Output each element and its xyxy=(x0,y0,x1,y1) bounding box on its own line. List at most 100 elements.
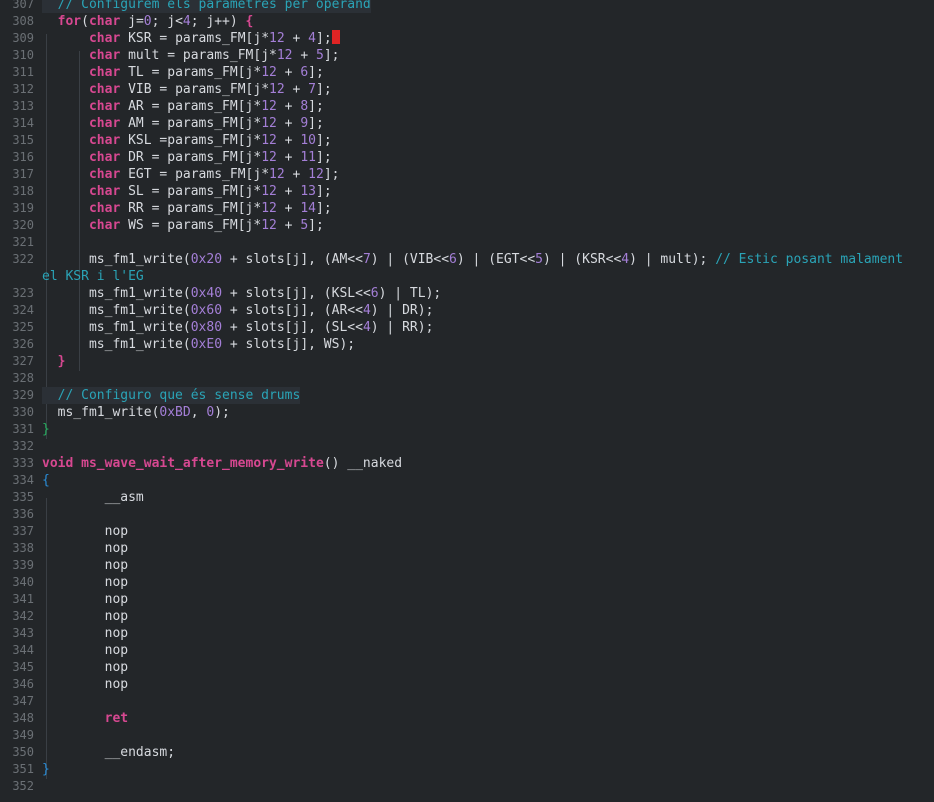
code-line[interactable]: 322 ms_fm1_write(0x20 + slots[j], (AM<<7… xyxy=(0,251,934,268)
code-text: ms_fm1_write(0xBD, 0); xyxy=(57,405,230,420)
code-text: void ms_wave_wait_after_memory_write() _… xyxy=(42,456,403,471)
line-number: 337 xyxy=(12,524,34,538)
code-line[interactable]: 319 char RR = params_FM[j*12 + 14]; xyxy=(0,200,934,217)
line-number: 324 xyxy=(12,303,34,317)
code-text: nop xyxy=(104,524,129,539)
line-number: 321 xyxy=(12,235,34,249)
code-line[interactable]: 352 xyxy=(0,778,934,795)
code-text: nop xyxy=(104,541,129,556)
code-text: nop xyxy=(104,677,129,692)
code-line[interactable]: el KSR i l'EG xyxy=(0,268,934,285)
line-number: 344 xyxy=(12,643,34,657)
line-number: 333 xyxy=(12,456,34,470)
code-line[interactable]: 344 nop xyxy=(0,642,934,659)
line-number: 313 xyxy=(12,99,34,113)
code-line[interactable]: 315 char KSL =params_FM[j*12 + 10]; xyxy=(0,132,934,149)
code-line[interactable]: 350 __endasm; xyxy=(0,744,934,761)
code-text: ms_fm1_write(0x20 + slots[j], (AM<<7) | … xyxy=(88,252,904,267)
line-number: 350 xyxy=(12,745,34,759)
code-line[interactable]: 339 nop xyxy=(0,557,934,574)
code-line[interactable]: 312 char VIB = params_FM[j*12 + 7]; xyxy=(0,81,934,98)
line-number: 334 xyxy=(12,473,34,487)
code-line[interactable]: 351} xyxy=(0,761,934,778)
code-line[interactable]: 345 nop xyxy=(0,659,934,676)
line-number: 349 xyxy=(12,728,34,742)
code-line[interactable]: 326 ms_fm1_write(0xE0 + slots[j], WS); xyxy=(0,336,934,353)
code-text: nop xyxy=(104,609,129,624)
code-line[interactable]: 317 char EGT = params_FM[j*12 + 12]; xyxy=(0,166,934,183)
line-number: 338 xyxy=(12,541,34,555)
code-text: char VIB = params_FM[j*12 + 7]; xyxy=(88,82,332,97)
code-text: ms_fm1_write(0x40 + slots[j], (KSL<<6) |… xyxy=(88,286,442,301)
code-line[interactable]: 348 ret xyxy=(0,710,934,727)
line-number: 346 xyxy=(12,677,34,691)
line-number: 343 xyxy=(12,626,34,640)
code-line[interactable]: 335 __asm xyxy=(0,489,934,506)
line-number: 307 xyxy=(12,0,34,11)
code-line[interactable]: 340 nop xyxy=(0,574,934,591)
code-line[interactable]: 314 char AM = params_FM[j*12 + 9]; xyxy=(0,115,934,132)
line-number: 317 xyxy=(12,167,34,181)
code-text: __endasm; xyxy=(104,745,176,760)
code-line[interactable]: 318 char SL = params_FM[j*12 + 13]; xyxy=(0,183,934,200)
code-text: nop xyxy=(104,558,129,573)
code-text: char SL = params_FM[j*12 + 13]; xyxy=(88,184,332,199)
code-line[interactable]: 332 xyxy=(0,438,934,455)
line-number: 351 xyxy=(12,762,34,776)
code-line[interactable]: 347 xyxy=(0,693,934,710)
code-line[interactable]: 316 char DR = params_FM[j*12 + 11]; xyxy=(0,149,934,166)
code-line[interactable]: 342 nop xyxy=(0,608,934,625)
code-text: for(char j=0; j<4; j++) { xyxy=(57,14,254,29)
code-text: char EGT = params_FM[j*12 + 12]; xyxy=(88,167,340,182)
code-text: ms_fm1_write(0x60 + slots[j], (AR<<4) | … xyxy=(88,303,434,318)
code-line[interactable]: 309 char KSR = params_FM[j*12 + 4]; xyxy=(0,30,934,47)
line-number: 309 xyxy=(12,31,34,45)
code-line[interactable]: 321 xyxy=(0,234,934,251)
line-number: 327 xyxy=(12,354,34,368)
line-number: 330 xyxy=(12,405,34,419)
code-text: nop xyxy=(104,660,129,675)
code-text: char KSR = params_FM[j*12 + 4]; xyxy=(42,30,340,47)
code-text: } xyxy=(42,422,50,437)
code-line[interactable]: 310 char mult = params_FM[j*12 + 5]; xyxy=(0,47,934,64)
code-line[interactable]: 313 char AR = params_FM[j*12 + 8]; xyxy=(0,98,934,115)
code-line[interactable]: 343 nop xyxy=(0,625,934,642)
code-line[interactable]: 331} xyxy=(0,421,934,438)
code-line[interactable]: 338 nop xyxy=(0,540,934,557)
code-line[interactable]: 337 nop xyxy=(0,523,934,540)
code-line[interactable]: 329 // Configuro que és sense drums xyxy=(0,387,934,404)
code-line[interactable]: 308 for(char j=0; j<4; j++) { xyxy=(0,13,934,30)
line-number: 340 xyxy=(12,575,34,589)
line-number: 348 xyxy=(12,711,34,725)
code-line[interactable]: 341 nop xyxy=(0,591,934,608)
line-number: 311 xyxy=(12,65,34,79)
code-text: char TL = params_FM[j*12 + 6]; xyxy=(88,65,324,80)
line-number: 315 xyxy=(12,133,34,147)
code-line[interactable]: 330 ms_fm1_write(0xBD, 0); xyxy=(0,404,934,421)
line-number: 341 xyxy=(12,592,34,606)
line-number: 326 xyxy=(12,337,34,351)
code-line[interactable]: 323 ms_fm1_write(0x40 + slots[j], (KSL<<… xyxy=(0,285,934,302)
code-text: nop xyxy=(104,575,129,590)
code-editor[interactable]: 307 // Configurem els paràmetres per ope… xyxy=(0,0,934,802)
line-number: 331 xyxy=(12,422,34,436)
code-text: char KSL =params_FM[j*12 + 10]; xyxy=(88,133,332,148)
line-number: 347 xyxy=(12,694,34,708)
code-text: char AM = params_FM[j*12 + 9]; xyxy=(88,116,324,131)
code-text: nop xyxy=(104,643,129,658)
code-line[interactable]: 325 ms_fm1_write(0x80 + slots[j], (SL<<4… xyxy=(0,319,934,336)
line-number: 352 xyxy=(12,779,34,793)
code-line[interactable]: 328 xyxy=(0,370,934,387)
code-line[interactable]: 333 void ms_wave_wait_after_memory_write(… xyxy=(0,455,934,472)
code-line[interactable]: 334 { xyxy=(0,472,934,489)
code-text: char AR = params_FM[j*12 + 8]; xyxy=(88,99,324,114)
code-line[interactable]: 324 ms_fm1_write(0x60 + slots[j], (AR<<4… xyxy=(0,302,934,319)
line-number: 336 xyxy=(12,507,34,521)
code-line[interactable]: 336 xyxy=(0,506,934,523)
code-line[interactable]: 311 char TL = params_FM[j*12 + 6]; xyxy=(0,64,934,81)
code-line[interactable]: 320 char WS = params_FM[j*12 + 5]; xyxy=(0,217,934,234)
code-line[interactable]: 307 // Configurem els paràmetres per ope… xyxy=(0,0,934,13)
code-line[interactable]: 346 nop xyxy=(0,676,934,693)
code-line[interactable]: 327 } xyxy=(0,353,934,370)
code-line[interactable]: 349 xyxy=(0,727,934,744)
